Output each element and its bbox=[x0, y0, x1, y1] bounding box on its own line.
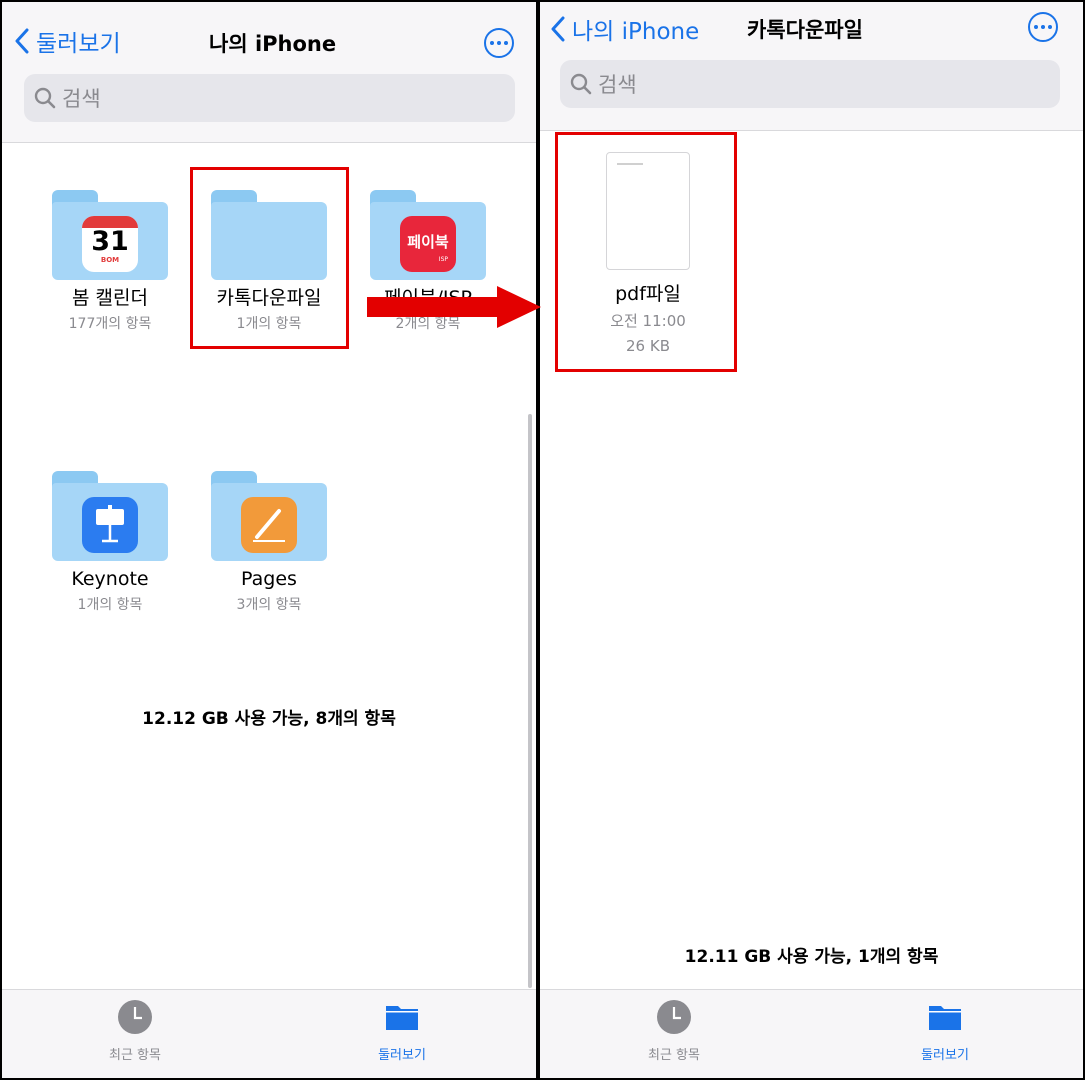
folder-icon bbox=[52, 471, 168, 561]
back-button[interactable]: 둘러보기 bbox=[14, 24, 121, 58]
tab-label: 최근 항목 bbox=[648, 1048, 700, 1063]
folder-fill-icon bbox=[386, 1006, 418, 1030]
tab-browse[interactable]: 둘러보기 bbox=[352, 1000, 452, 1063]
nav-bar: 나의 iPhone 카톡다운파일 검색 bbox=[540, 2, 1083, 131]
search-field[interactable]: 검색 bbox=[560, 60, 1060, 108]
arrow-right-icon bbox=[367, 286, 541, 328]
page-title: 카톡다운파일 bbox=[747, 18, 863, 42]
tab-bar: 최근 항목 둘러보기 bbox=[2, 989, 536, 1078]
search-placeholder: 검색 bbox=[598, 73, 637, 97]
storage-summary: 12.12 GB 사용 가능, 8개의 항목 bbox=[142, 709, 396, 729]
tab-browse[interactable]: 둘러보기 bbox=[895, 1000, 995, 1063]
back-label: 둘러보기 bbox=[36, 31, 121, 57]
folder-icon bbox=[211, 471, 327, 561]
scrollbar[interactable] bbox=[528, 414, 532, 988]
folder-name: 봄 캘린더 bbox=[72, 287, 148, 309]
highlight-box-file bbox=[555, 132, 737, 372]
highlight-box-folder bbox=[190, 167, 349, 349]
folder-pages[interactable]: Pages 3개의 항목 bbox=[189, 471, 349, 614]
folder-keynote[interactable]: Keynote 1개의 항목 bbox=[30, 471, 190, 614]
search-icon bbox=[570, 73, 592, 95]
left-screen: 둘러보기 나의 iPhone 검색 31 BOM 봄 캘린더 177개의 항목 … bbox=[2, 2, 536, 1078]
tab-label: 둘러보기 bbox=[378, 1048, 426, 1063]
search-placeholder: 검색 bbox=[62, 87, 101, 111]
tab-label: 최근 항목 bbox=[109, 1048, 161, 1063]
clock-icon bbox=[657, 1000, 691, 1034]
tab-recent[interactable]: 최근 항목 bbox=[624, 1000, 724, 1063]
tab-bar: 최근 항목 둘러보기 bbox=[540, 989, 1083, 1078]
back-button[interactable]: 나의 iPhone bbox=[550, 12, 699, 46]
folder-name: Keynote bbox=[71, 568, 149, 590]
folder-name: Pages bbox=[241, 568, 297, 590]
calendar-app-icon: 31 BOM bbox=[82, 216, 138, 272]
folder-icon: 31 BOM bbox=[52, 190, 168, 280]
folder-fill-icon bbox=[929, 1006, 961, 1030]
chevron-left-icon bbox=[551, 16, 565, 42]
paybook-app-icon: 페이북 ISP bbox=[400, 216, 456, 272]
pages-app-icon bbox=[241, 497, 297, 553]
page-title: 나의 iPhone bbox=[209, 32, 337, 56]
keynote-app-icon bbox=[82, 497, 138, 553]
search-icon bbox=[34, 87, 56, 109]
tab-label: 둘러보기 bbox=[921, 1048, 969, 1063]
folder-count: 1개의 항목 bbox=[77, 597, 143, 613]
folder-count: 3개의 항목 bbox=[236, 597, 302, 613]
folder-bom-calendar[interactable]: 31 BOM 봄 캘린더 177개의 항목 bbox=[30, 190, 190, 333]
tab-recent[interactable]: 최근 항목 bbox=[85, 1000, 185, 1063]
folder-icon: 페이북 ISP bbox=[370, 190, 486, 280]
more-options-button[interactable] bbox=[484, 28, 514, 58]
search-field[interactable]: 검색 bbox=[24, 74, 515, 122]
nav-bar: 둘러보기 나의 iPhone 검색 bbox=[2, 2, 536, 143]
clock-icon bbox=[118, 1000, 152, 1034]
chevron-left-icon bbox=[15, 28, 29, 54]
more-options-button[interactable] bbox=[1028, 12, 1058, 42]
back-label: 나의 iPhone bbox=[572, 19, 700, 45]
folder-count: 177개의 항목 bbox=[68, 316, 152, 332]
storage-summary: 12.11 GB 사용 가능, 1개의 항목 bbox=[684, 947, 939, 967]
